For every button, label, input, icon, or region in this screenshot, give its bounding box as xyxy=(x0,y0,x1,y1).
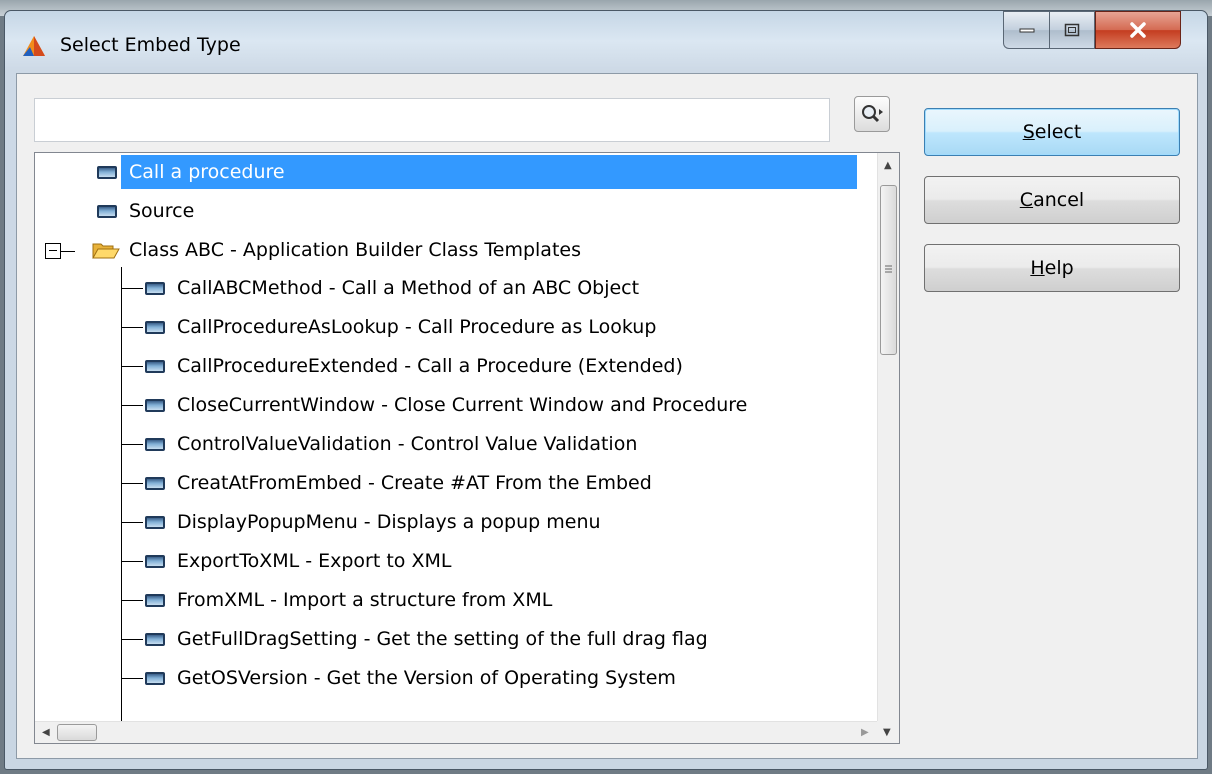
tree-connector xyxy=(121,678,143,679)
tree-item[interactable]: CallABCMethod - Call a Method of an ABC … xyxy=(145,271,647,305)
minimize-button[interactable] xyxy=(1003,11,1049,49)
close-button[interactable] xyxy=(1095,11,1181,49)
cancel-mnemonic: C xyxy=(1019,189,1034,211)
grip-icon xyxy=(885,265,892,273)
search-input[interactable] xyxy=(34,98,830,142)
tree-item[interactable]: DisplayPopupMenu - Displays a popup menu xyxy=(145,505,609,539)
tree-item[interactable]: Call a procedure xyxy=(97,155,857,189)
maximize-button[interactable] xyxy=(1049,11,1095,49)
template-icon xyxy=(145,554,165,568)
tree-connector xyxy=(121,327,143,328)
tree-folder-item[interactable]: Class ABC - Application Builder Class Te… xyxy=(91,233,589,267)
tree-item[interactable]: CallProcedureExtended - Call a Procedure… xyxy=(145,349,691,383)
vertical-scroll-thumb[interactable] xyxy=(880,185,897,355)
tree-connector xyxy=(121,405,143,406)
scroll-up-arrow-icon[interactable]: ▲ xyxy=(884,161,892,171)
tree-item[interactable]: FromXML - Import a structure from XML xyxy=(145,583,560,617)
template-icon xyxy=(145,359,165,373)
tree-connector xyxy=(121,639,143,640)
close-icon xyxy=(1130,22,1146,38)
collapse-toggle[interactable] xyxy=(45,243,61,259)
folder-open-icon xyxy=(92,243,120,259)
app-logo-icon xyxy=(23,36,45,56)
tree-item[interactable]: ExportToXML - Export to XML xyxy=(145,544,459,578)
select-label-rest: elect xyxy=(1034,121,1082,143)
tree-item[interactable]: CreatAtFromEmbed - Create #AT From the E… xyxy=(145,466,660,500)
template-icon xyxy=(145,398,165,412)
template-icon xyxy=(145,632,165,646)
scroll-left-arrow-icon[interactable]: ◀ xyxy=(42,728,50,738)
window-title: Select Embed Type xyxy=(60,34,241,56)
tree-connector xyxy=(121,561,143,562)
help-button[interactable]: Help xyxy=(924,244,1180,292)
tree-connector xyxy=(121,366,143,367)
template-icon xyxy=(97,165,117,179)
horizontal-scroll-thumb[interactable] xyxy=(57,724,97,741)
help-label-rest: elp xyxy=(1044,257,1074,279)
tree-item[interactable]: Source xyxy=(97,194,202,228)
tree-connector xyxy=(61,251,75,252)
scroll-right-arrow-icon[interactable]: ▶ xyxy=(861,728,869,738)
cancel-label-rest: ancel xyxy=(1033,189,1085,211)
tree-item[interactable]: CallProcedureAsLookup - Call Procedure a… xyxy=(145,310,664,344)
tree-connector xyxy=(121,600,143,601)
tree-connector xyxy=(121,483,143,484)
template-icon xyxy=(145,476,165,490)
template-icon xyxy=(145,671,165,685)
tree-connector xyxy=(121,288,143,289)
title-bar[interactable]: Select Embed Type xyxy=(5,11,1207,75)
maximize-icon xyxy=(1064,23,1080,37)
caption-buttons xyxy=(1003,11,1181,53)
tree-item[interactable]: ControlValueValidation - Control Value V… xyxy=(145,427,645,461)
find-button[interactable] xyxy=(854,96,890,132)
embed-type-tree[interactable]: Call a procedure Source Class ABC - Appl… xyxy=(34,152,900,744)
scroll-corner: ▼ xyxy=(877,721,899,743)
template-icon xyxy=(145,593,165,607)
template-icon xyxy=(145,320,165,334)
tree-item[interactable]: GetOSVersion - Get the Version of Operat… xyxy=(145,661,684,695)
tree-connector xyxy=(121,444,143,445)
cancel-button-label: Cancel xyxy=(1020,189,1084,211)
select-button-label: Select xyxy=(1023,121,1082,143)
tree-connector xyxy=(121,522,143,523)
horizontal-scrollbar[interactable]: ◀ ▶ xyxy=(35,721,879,743)
tree-branch-line xyxy=(121,267,122,723)
template-icon xyxy=(145,437,165,451)
cancel-button[interactable]: Cancel xyxy=(924,176,1180,224)
template-icon xyxy=(145,515,165,529)
vertical-scrollbar[interactable]: ▲ xyxy=(877,153,899,723)
tree-item[interactable]: GetFullDragSetting - Get the setting of … xyxy=(145,622,716,656)
select-embed-type-dialog: Select Embed Type Call a procedure Sourc… xyxy=(4,10,1208,770)
magnifier-icon xyxy=(862,105,883,123)
minimize-icon xyxy=(1019,28,1034,33)
select-button[interactable]: Select xyxy=(924,108,1180,156)
scroll-down-arrow-icon[interactable]: ▼ xyxy=(883,728,891,738)
help-button-label: Help xyxy=(1030,257,1073,279)
template-icon xyxy=(97,204,117,218)
select-mnemonic: S xyxy=(1022,121,1035,143)
dialog-client-area: Call a procedure Source Class ABC - Appl… xyxy=(16,73,1198,759)
help-mnemonic: H xyxy=(1030,257,1045,279)
tree-item[interactable]: CloseCurrentWindow - Close Current Windo… xyxy=(145,388,755,422)
template-icon xyxy=(145,281,165,295)
